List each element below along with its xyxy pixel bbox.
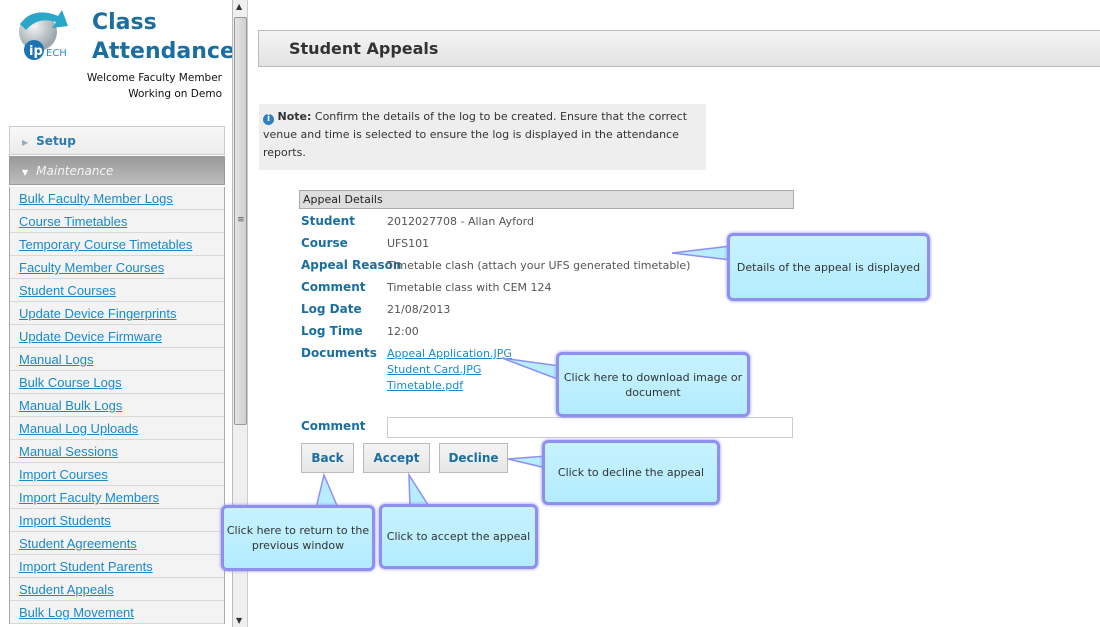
logo-icon: ip ECH — [19, 10, 68, 60]
maintenance-menu: Bulk Faculty Member Logs Course Timetabl… — [9, 187, 225, 624]
log-time-label: Log Time — [301, 324, 363, 338]
sidebar-item-bulk-faculty-member-logs[interactable]: Bulk Faculty Member Logs — [10, 187, 224, 210]
iptech-logo: ip ECH — [14, 4, 86, 66]
sidebar-item-course-timetables[interactable]: Course Timetables — [10, 210, 224, 233]
log-date-value: 21/08/2013 — [387, 303, 451, 316]
sidebar-item-update-device-fingerprints[interactable]: Update Device Fingerprints — [10, 302, 224, 325]
sidebar-item-update-device-firmware[interactable]: Update Device Firmware — [10, 325, 224, 348]
sidebar-item-student-courses[interactable]: Student Courses — [10, 279, 224, 302]
callout-details: Details of the appeal is displayed — [727, 233, 930, 301]
document-link-timetable[interactable]: Timetable.pdf — [387, 378, 512, 394]
caret-down-icon: ▼ — [22, 168, 29, 177]
sidebar: ip ECH Class Attendance Welcome Faculty … — [0, 0, 235, 627]
comment-value: Timetable class with CEM 124 — [387, 281, 552, 294]
appeal-reason-label: Appeal Reason — [301, 258, 402, 272]
comment-input-label: Comment — [301, 419, 366, 433]
sidebar-item-faculty-member-courses[interactable]: Faculty Member Courses — [10, 256, 224, 279]
callout-back: Click here to return to the previous win… — [221, 505, 375, 571]
scroll-up-icon[interactable]: ▲ — [236, 2, 242, 11]
callout-decline: Click to decline the appeal — [542, 440, 720, 505]
document-link-appeal-application[interactable]: Appeal Application.JPG — [387, 346, 512, 362]
note-label: Note: — [277, 110, 312, 123]
sidebar-item-manual-log-uploads[interactable]: Manual Log Uploads — [10, 417, 224, 440]
sidebar-item-student-appeals[interactable]: Student Appeals — [10, 578, 224, 601]
svg-text:ECH: ECH — [46, 48, 67, 59]
sidebar-item-bulk-log-movement[interactable]: Bulk Log Movement — [10, 601, 224, 624]
page-header: Student Appeals — [258, 30, 1100, 67]
sidebar-item-manual-bulk-logs[interactable]: Manual Bulk Logs — [10, 394, 224, 417]
callout-accept: Click to accept the appeal — [379, 504, 538, 569]
sidebar-item-manual-sessions[interactable]: Manual Sessions — [10, 440, 224, 463]
welcome-message: Welcome Faculty Member — [86, 72, 222, 84]
sidebar-item-manual-logs[interactable]: Manual Logs — [10, 348, 224, 371]
page-title: Student Appeals — [289, 39, 439, 58]
svg-text:ip: ip — [29, 44, 43, 59]
documents-list: Appeal Application.JPG Student Card.JPG … — [387, 346, 512, 394]
sidebar-item-bulk-course-logs[interactable]: Bulk Course Logs — [10, 371, 224, 394]
info-icon: i — [263, 114, 274, 125]
student-label: Student — [301, 214, 355, 228]
log-time-value: 12:00 — [387, 325, 419, 338]
callout-pointer-details — [671, 245, 732, 261]
sidebar-item-import-student-parents[interactable]: Import Student Parents — [10, 555, 224, 578]
appeal-reason-value: Timetable clash (attach your UFS generat… — [387, 259, 691, 272]
note-text: Confirm the details of the log to be cre… — [263, 110, 688, 159]
course-value: UFS101 — [387, 237, 430, 250]
callout-pointer-decline — [507, 455, 547, 469]
scrollbar-thumb[interactable]: ≡ — [234, 17, 247, 425]
welcome-text: Welcome Faculty Member Working on Demo — [87, 70, 222, 102]
student-value: 2012027708 - Allan Ayford — [387, 215, 534, 228]
log-date-label: Log Date — [301, 302, 362, 316]
document-link-student-card[interactable]: Student Card.JPG — [387, 362, 512, 378]
sidebar-item-import-faculty-members[interactable]: Import Faculty Members — [10, 486, 224, 509]
sidebar-item-student-agreements[interactable]: Student Agreements — [10, 532, 224, 555]
course-label: Course — [301, 236, 348, 250]
accordion-maintenance[interactable]: ▼ Maintenance — [9, 156, 225, 185]
accordion-setup[interactable]: ▶ Setup — [9, 126, 225, 155]
scroll-down-icon[interactable]: ▼ — [236, 616, 242, 625]
sidebar-item-import-courses[interactable]: Import Courses — [10, 463, 224, 486]
sidebar-item-import-students[interactable]: Import Students — [10, 509, 224, 532]
working-on-label: Working on Demo — [128, 88, 222, 100]
app-title: Class Attendance — [92, 10, 235, 64]
callout-pointer-back — [315, 472, 340, 509]
back-button[interactable]: Back — [301, 443, 354, 473]
note-box: i Note: Confirm the details of the log t… — [259, 104, 706, 170]
caret-right-icon: ▶ — [22, 138, 29, 147]
callout-download: Click here to download image or document — [556, 352, 750, 417]
decline-button[interactable]: Decline — [439, 443, 508, 473]
comment-label: Comment — [301, 280, 366, 294]
sidebar-item-temporary-course-timetables[interactable]: Temporary Course Timetables — [10, 233, 224, 256]
appeal-details-header: Appeal Details — [299, 190, 794, 209]
comment-input[interactable] — [387, 417, 793, 438]
grip-icon: ≡ — [237, 215, 245, 225]
accept-button[interactable]: Accept — [363, 443, 430, 473]
documents-label: Documents — [301, 346, 377, 360]
